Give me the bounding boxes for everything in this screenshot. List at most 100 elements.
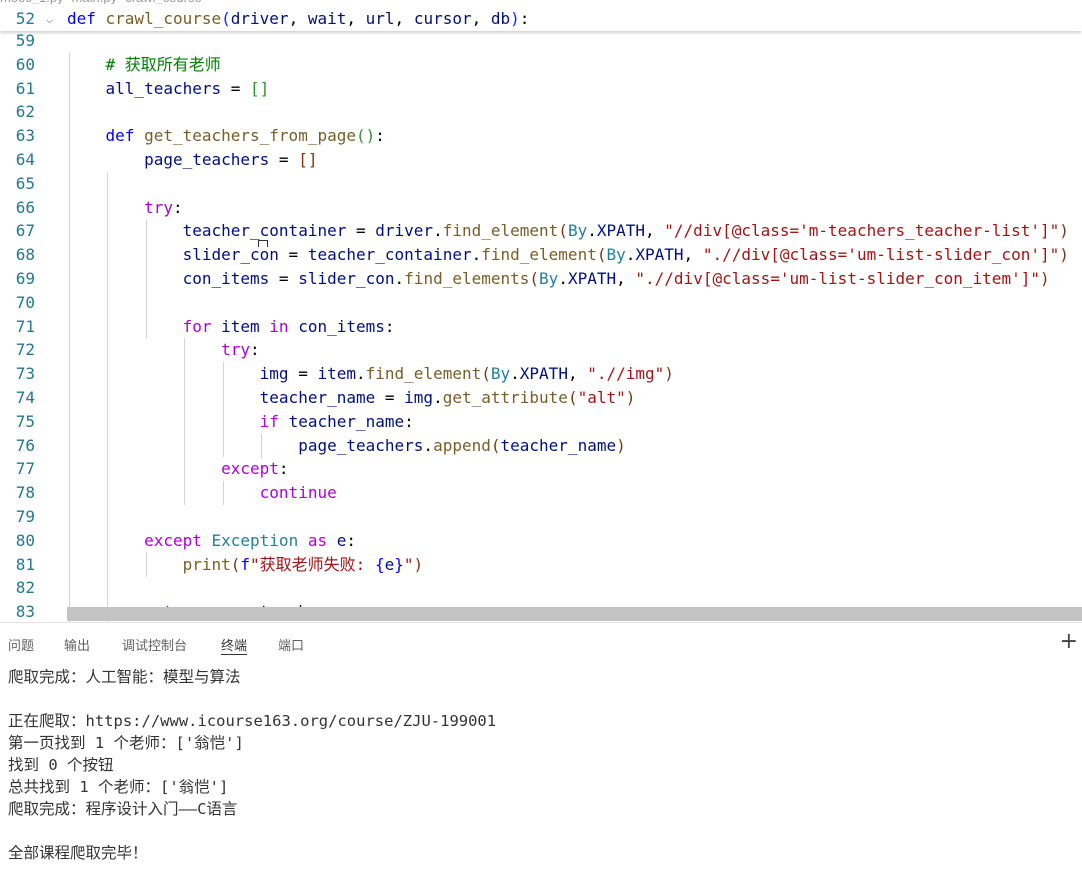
code-line[interactable]: 70 bbox=[0, 291, 1082, 315]
code-token: item bbox=[221, 316, 260, 336]
code-line[interactable]: 78 continue bbox=[0, 481, 1082, 505]
code-token: = bbox=[278, 245, 308, 265]
code-line[interactable]: 80 except Exception as e: bbox=[0, 529, 1082, 553]
tab-problems[interactable]: 问题 bbox=[8, 635, 34, 654]
code-line[interactable]: 77 except: bbox=[0, 457, 1082, 481]
code-editor[interactable]: 52 ⌵ def crawl_course(driver, wait, url, c… bbox=[0, 0, 1082, 622]
code-line[interactable]: 64 page_teachers = [] bbox=[0, 148, 1082, 172]
code-token: XPATH bbox=[596, 221, 646, 241]
code-token: = bbox=[346, 221, 376, 241]
code-line[interactable]: 76 page_teachers.append(teacher_name) bbox=[0, 434, 1082, 458]
code-token: driver bbox=[230, 9, 289, 28]
code-token: . bbox=[587, 221, 597, 241]
plus-icon[interactable]: + bbox=[1060, 631, 1078, 653]
indent-guide bbox=[184, 338, 185, 505]
sticky-scroll-line[interactable]: 52 ⌵ def crawl_course(driver, wait, url, c… bbox=[0, 7, 1082, 31]
line-number: 79 bbox=[15, 507, 35, 526]
terminal-line: 爬取完成：人工智能：模型与算法 bbox=[8, 668, 241, 686]
code-token: ) bbox=[413, 554, 424, 574]
code-line[interactable]: 81 print(f"获取老师失败: {e}") bbox=[0, 553, 1082, 577]
line-number: 63 bbox=[15, 126, 35, 146]
code-token: all_teachers bbox=[105, 78, 222, 98]
code-token: Exception bbox=[211, 530, 299, 550]
code-token: XPATH bbox=[519, 364, 568, 384]
code-token: , bbox=[346, 9, 366, 28]
code-text: all_teachers = [] bbox=[67, 77, 270, 101]
code-token: con_items bbox=[182, 269, 270, 288]
tab-debug-console[interactable]: 调试控制台 bbox=[122, 635, 187, 654]
tab-output[interactable]: 输出 bbox=[64, 635, 90, 654]
code-token: teacher_name bbox=[288, 411, 405, 431]
code-line[interactable]: 66 try: bbox=[0, 196, 1082, 220]
code-token: [] bbox=[298, 150, 318, 169]
code-token: . bbox=[433, 221, 443, 241]
code-token: , bbox=[616, 269, 636, 288]
code-token: cursor bbox=[413, 9, 472, 28]
code-line[interactable]: 63 def get_teachers_from_page(): bbox=[0, 124, 1082, 148]
code-line[interactable]: 68 slider_con = teacher_container.find_e… bbox=[0, 243, 1082, 267]
code-text: # 获取所有老师 bbox=[67, 53, 221, 77]
code-line[interactable]: 72 try: bbox=[0, 338, 1082, 362]
terminal-output[interactable]: 爬取完成：人工智能：模型与算法 正在爬取：https://www.icourse1… bbox=[8, 666, 496, 864]
code-line[interactable]: 73 img = item.find_element(By.XPATH, "./… bbox=[0, 362, 1082, 386]
code-token: find_element bbox=[365, 364, 482, 384]
code-token: , bbox=[683, 245, 703, 265]
code-text: try: bbox=[67, 338, 260, 362]
tab-ports[interactable]: 端口 bbox=[278, 635, 304, 654]
line-number: 80 bbox=[15, 530, 35, 550]
tab-terminal[interactable]: 终端 bbox=[221, 635, 248, 655]
code-text: teacher_name = img.get_attribute("alt") bbox=[67, 386, 636, 410]
code-line[interactable]: 60 # 获取所有老师 bbox=[0, 53, 1082, 77]
indent-guide bbox=[261, 434, 262, 458]
code-line[interactable]: 71 for item in con_items: bbox=[0, 315, 1082, 339]
code-line[interactable]: 67 teacher_container = driver.find_eleme… bbox=[0, 219, 1082, 243]
code-text: def get_teachers_from_page(): bbox=[67, 124, 385, 148]
code-token: append bbox=[433, 435, 491, 455]
code-token: page_teachers bbox=[298, 435, 424, 455]
code-line[interactable]: 82 bbox=[0, 576, 1082, 600]
code-token: slider_con bbox=[298, 269, 395, 288]
code-line[interactable]: 65 bbox=[0, 172, 1082, 196]
code-token: def bbox=[105, 126, 145, 146]
line-number: 61 bbox=[15, 78, 35, 98]
fold-chevron-icon[interactable]: ⌵ bbox=[46, 7, 53, 31]
code-token: ( bbox=[490, 435, 501, 455]
code-line[interactable]: 74 teacher_name = img.get_attribute("alt… bbox=[0, 386, 1082, 410]
code-line[interactable]: 79 bbox=[0, 505, 1082, 529]
code-token: teacher_container bbox=[182, 221, 347, 241]
code-token: as bbox=[298, 530, 337, 550]
code-token: teacher_name bbox=[500, 435, 617, 455]
code-token: print bbox=[182, 554, 231, 574]
line-number: 75 bbox=[15, 411, 35, 431]
code-token: . bbox=[558, 269, 568, 288]
code-token: item bbox=[317, 364, 356, 384]
code-token: XPATH bbox=[567, 269, 617, 288]
horizontal-scrollbar[interactable] bbox=[67, 607, 1082, 621]
terminal-line: 第一页找到 1 个老师：['翁恺'] bbox=[8, 734, 244, 752]
code-line[interactable]: 59 bbox=[0, 29, 1082, 53]
code-text: page_teachers.append(teacher_name) bbox=[67, 434, 626, 458]
code-token: f bbox=[240, 554, 251, 574]
line-number: 59 bbox=[15, 31, 35, 50]
code-line[interactable]: 62 bbox=[0, 100, 1082, 124]
code-token: continue bbox=[259, 483, 337, 503]
code-token: wait bbox=[298, 9, 347, 28]
code-line[interactable]: 69 con_items = slider_con.find_elements(… bbox=[0, 267, 1082, 291]
code-token: def bbox=[67, 9, 106, 28]
code-token: find_elements bbox=[404, 269, 530, 288]
line-number: 81 bbox=[15, 554, 35, 574]
code-token: , bbox=[394, 9, 414, 28]
code-line[interactable]: 75 if teacher_name: bbox=[0, 410, 1082, 434]
code-line[interactable]: 61 all_teachers = [] bbox=[0, 77, 1082, 101]
code-token: , bbox=[288, 9, 299, 28]
code-token: img bbox=[404, 388, 434, 407]
